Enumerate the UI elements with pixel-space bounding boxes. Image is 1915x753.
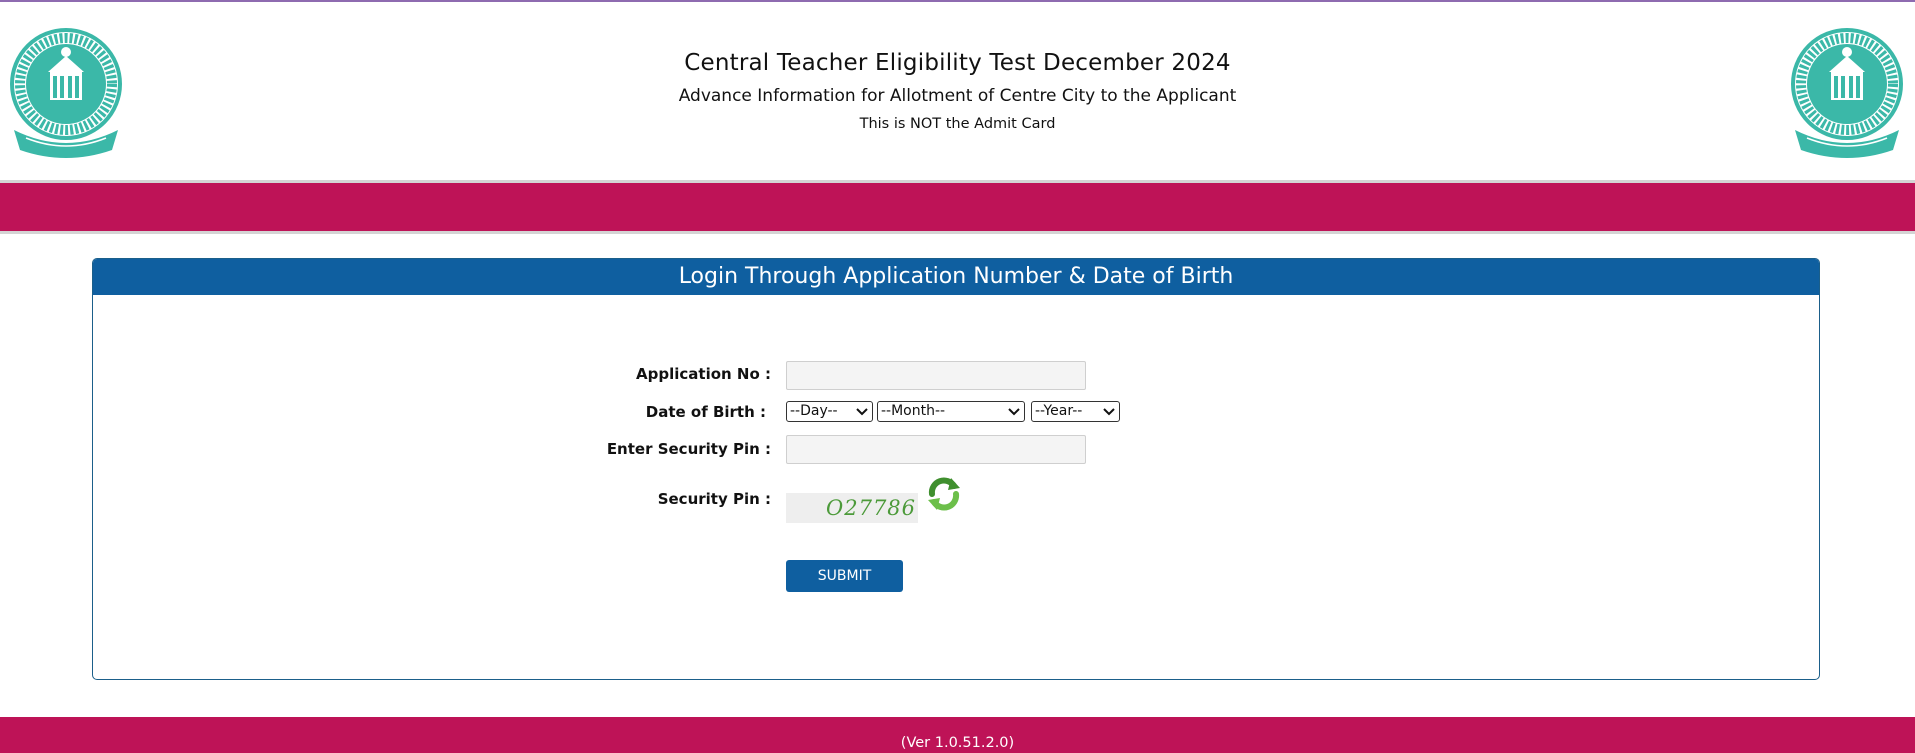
dob-month-selected: --Month-- bbox=[881, 403, 945, 419]
chevron-down-icon bbox=[1008, 407, 1020, 417]
dob-year-select[interactable]: --Year-- bbox=[1031, 401, 1120, 422]
dob-day-selected: --Day-- bbox=[790, 403, 838, 419]
band-divider bbox=[0, 231, 1915, 234]
cbse-logo-icon bbox=[1789, 26, 1905, 160]
refresh-icon[interactable] bbox=[924, 474, 964, 514]
brand-band bbox=[0, 183, 1915, 231]
security-pin-label: Security Pin : bbox=[560, 490, 771, 508]
security-pin-input[interactable] bbox=[786, 435, 1086, 464]
application-no-label: Application No : bbox=[560, 365, 771, 383]
page-subtitle: Advance Information for Allotment of Cen… bbox=[0, 86, 1915, 106]
login-panel: Login Through Application Number & Date … bbox=[92, 258, 1820, 680]
dob-day-select[interactable]: --Day-- bbox=[786, 401, 873, 422]
application-no-input[interactable] bbox=[786, 361, 1086, 390]
enter-security-pin-label: Enter Security Pin : bbox=[560, 440, 771, 458]
captcha-image: O27786 bbox=[786, 493, 918, 523]
dob-year-selected: --Year-- bbox=[1035, 403, 1082, 419]
page-title: Central Teacher Eligibility Test Decembe… bbox=[0, 50, 1915, 76]
chevron-down-icon bbox=[1103, 407, 1115, 417]
login-panel-heading: Login Through Application Number & Date … bbox=[93, 259, 1819, 295]
dob-month-select[interactable]: --Month-- bbox=[877, 401, 1025, 422]
page-header: Central Teacher Eligibility Test Decembe… bbox=[0, 2, 1915, 180]
submit-button[interactable]: SUBMIT bbox=[786, 560, 903, 592]
page-footer: (Ver 1.0.51.2.0) bbox=[0, 717, 1915, 753]
admit-card-note: This is NOT the Admit Card bbox=[0, 116, 1915, 132]
dob-label: Date of Birth : bbox=[560, 403, 766, 421]
version-text: (Ver 1.0.51.2.0) bbox=[901, 735, 1014, 751]
chevron-down-icon bbox=[856, 407, 868, 417]
